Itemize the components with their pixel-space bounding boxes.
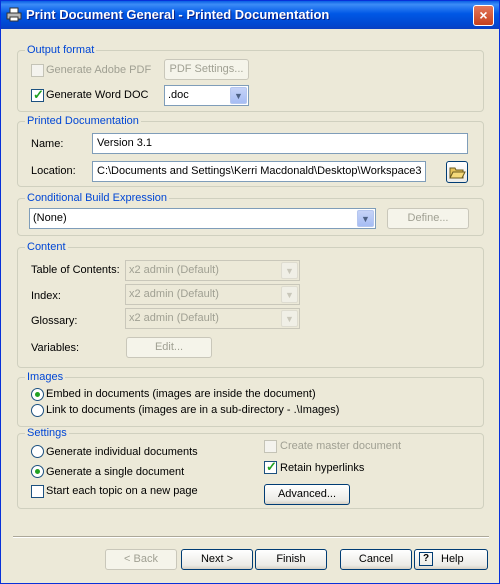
- define-button[interactable]: Define...: [387, 208, 469, 229]
- printer-icon: [6, 7, 22, 22]
- cancel-button[interactable]: Cancel: [340, 549, 412, 570]
- new-page-label: Start each topic on a new page: [46, 485, 198, 497]
- generate-word-checkbox[interactable]: ✓: [31, 87, 44, 102]
- index-label: Index:: [31, 290, 61, 302]
- single-document-radio[interactable]: [31, 465, 44, 478]
- name-label: Name:: [31, 138, 64, 150]
- chevron-down-icon: ▼: [281, 286, 298, 303]
- help-button[interactable]: ? Help: [414, 549, 488, 570]
- variables-label: Variables:: [31, 342, 80, 354]
- location-label: Location:: [31, 165, 76, 177]
- toc-select[interactable]: x2 admin (Default) ▼: [125, 260, 300, 281]
- location-field[interactable]: C:\Documents and Settings\Kerri Macdonal…: [92, 161, 426, 182]
- help-icon: ?: [419, 552, 433, 566]
- chevron-down-icon: ▼: [281, 262, 298, 279]
- conditional-build-label: Conditional Build Expression: [25, 192, 170, 204]
- help-button-label: Help: [441, 553, 464, 565]
- individual-documents-label: Generate individual documents: [46, 446, 198, 458]
- master-document-label: Create master document: [280, 440, 402, 452]
- toc-label: Table of Contents:: [31, 264, 120, 276]
- generate-pdf-label: Generate Adobe PDF: [46, 64, 152, 76]
- index-value: x2 admin (Default): [129, 288, 219, 300]
- single-document-label: Generate a single document: [46, 466, 185, 478]
- chevron-down-icon: ▼: [281, 310, 298, 327]
- printed-documentation-label: Printed Documentation: [25, 115, 141, 127]
- images-label: Images: [25, 371, 66, 383]
- radio-selected-dot: [35, 469, 40, 474]
- output-format-group: [17, 50, 484, 112]
- individual-documents-radio[interactable]: [31, 445, 44, 458]
- images-group: [17, 377, 484, 427]
- next-button[interactable]: Next >: [181, 549, 253, 570]
- conditional-build-select[interactable]: (None) ▼: [29, 208, 376, 229]
- name-field[interactable]: Version 3.1: [92, 133, 468, 154]
- content-label: Content: [25, 241, 68, 253]
- settings-label: Settings: [25, 427, 69, 439]
- back-button[interactable]: < Back: [105, 549, 177, 570]
- advanced-button[interactable]: Advanced...: [264, 484, 350, 505]
- print-document-dialog: Print Document General - Printed Documen…: [0, 0, 500, 584]
- master-document-checkbox[interactable]: [264, 440, 277, 453]
- radio-selected-dot: [35, 392, 40, 397]
- embed-images-label: Embed in documents (images are inside th…: [46, 388, 316, 400]
- embed-images-radio[interactable]: [31, 388, 44, 401]
- link-images-radio[interactable]: [31, 404, 44, 417]
- checkmark-icon: ✓: [33, 87, 44, 102]
- new-page-checkbox[interactable]: [31, 485, 44, 498]
- window-title: Print Document General - Printed Documen…: [26, 7, 330, 22]
- toc-value: x2 admin (Default): [129, 264, 219, 276]
- index-select[interactable]: x2 admin (Default) ▼: [125, 284, 300, 305]
- checkmark-icon: ✓: [266, 459, 277, 474]
- generate-word-label: Generate Word DOC: [46, 89, 149, 101]
- glossary-value: x2 admin (Default): [129, 312, 219, 324]
- word-format-value: .doc: [168, 89, 189, 101]
- edit-variables-button[interactable]: Edit...: [126, 337, 212, 358]
- close-button[interactable]: ×: [473, 5, 494, 26]
- footer-separator: [13, 536, 489, 538]
- pdf-settings-button[interactable]: PDF Settings...: [164, 59, 249, 80]
- glossary-select[interactable]: x2 admin (Default) ▼: [125, 308, 300, 329]
- close-icon: ×: [479, 7, 488, 23]
- word-format-select[interactable]: .doc ▼: [164, 85, 249, 106]
- output-format-label: Output format: [25, 44, 97, 56]
- glossary-label: Glossary:: [31, 315, 78, 327]
- title-bar[interactable]: Print Document General - Printed Documen…: [1, 1, 499, 29]
- browse-folder-button[interactable]: [446, 161, 468, 183]
- chevron-down-icon: ▼: [357, 210, 374, 227]
- open-folder-icon: [449, 167, 466, 179]
- link-images-label: Link to documents (images are in a sub-d…: [46, 404, 340, 416]
- chevron-down-icon: ▼: [230, 87, 247, 104]
- generate-pdf-checkbox[interactable]: [31, 64, 44, 77]
- retain-hyperlinks-checkbox[interactable]: ✓: [264, 459, 277, 474]
- finish-button[interactable]: Finish: [255, 549, 327, 570]
- retain-hyperlinks-label: Retain hyperlinks: [280, 462, 365, 474]
- conditional-build-value: (None): [33, 212, 67, 224]
